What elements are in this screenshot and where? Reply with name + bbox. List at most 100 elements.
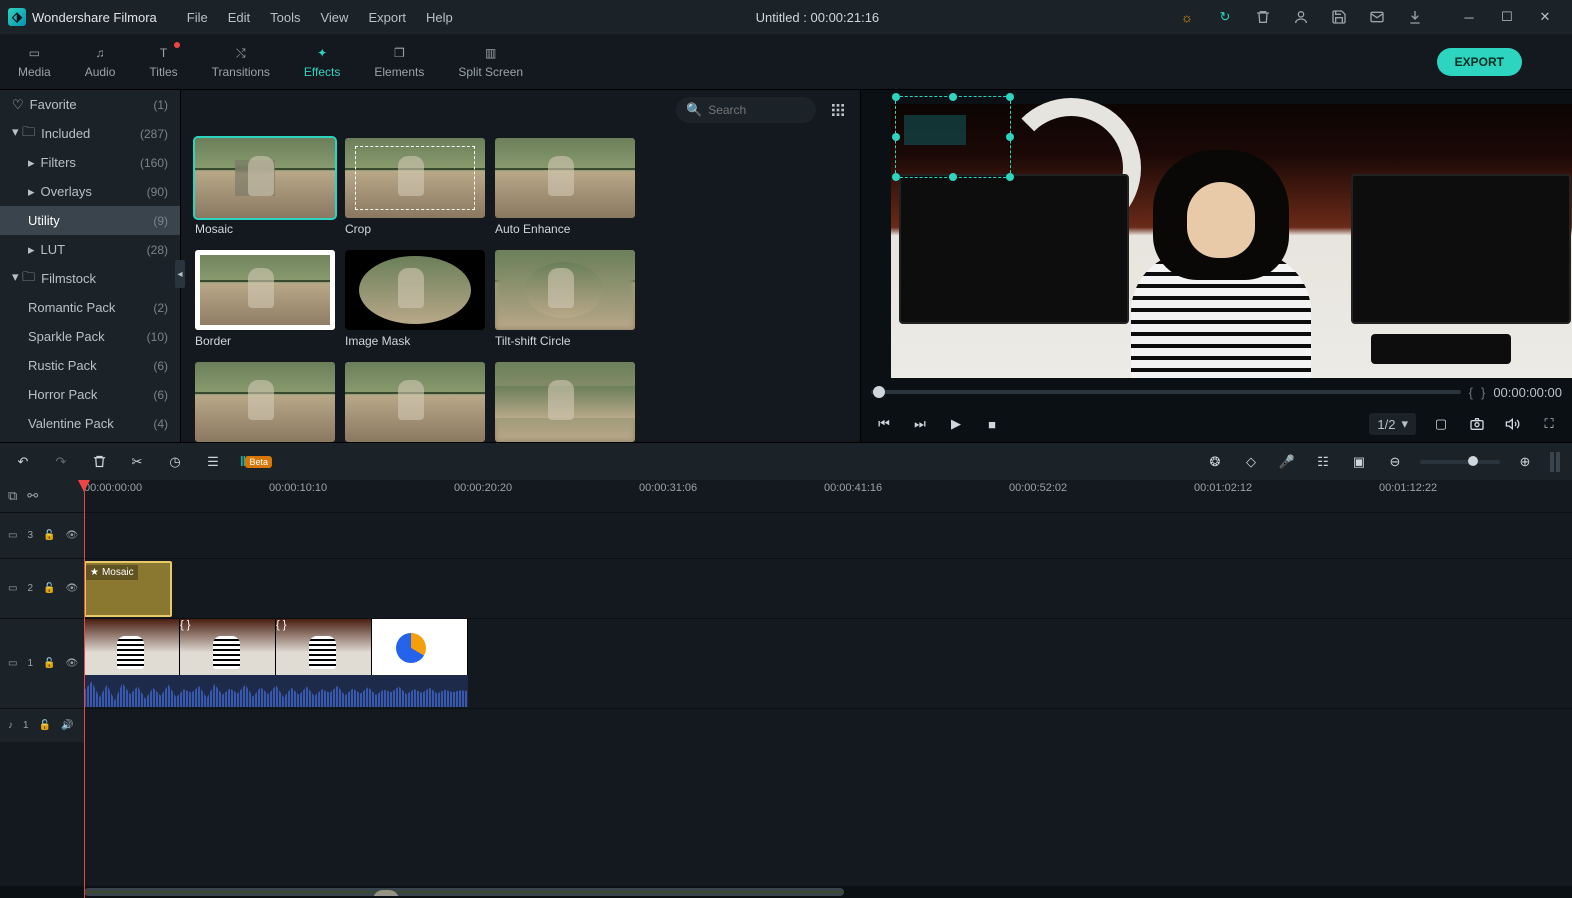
next-frame-button[interactable]: ⏭ [909, 413, 931, 435]
crop-tool-icon[interactable]: ▣ [1348, 451, 1370, 473]
track-body[interactable] [84, 709, 1572, 742]
menu-edit[interactable]: Edit [220, 6, 258, 29]
export-button[interactable]: EXPORT [1437, 48, 1522, 76]
sidebar-item-included[interactable]: ▾ 🗀Included(287) [0, 119, 180, 148]
clip-my-video1[interactable]: ▶My Video1 { }{ } [84, 619, 468, 675]
track-body[interactable] [84, 513, 1572, 558]
sidebar-item-romantic-pack[interactable]: Romantic Pack(2) [0, 293, 180, 322]
zoom-in-button[interactable]: ⊕ [1514, 451, 1536, 473]
close-button[interactable]: ✕ [1526, 3, 1564, 31]
sidebar-item-lut[interactable]: ▸LUT(28) [0, 235, 180, 264]
sidebar-item-horror-pack[interactable]: Horror Pack(6) [0, 380, 180, 409]
tab-effects[interactable]: ✦Effects [296, 40, 348, 83]
snapshot-icon[interactable] [1466, 413, 1488, 435]
download-icon[interactable] [1402, 4, 1428, 30]
save-icon[interactable] [1326, 4, 1352, 30]
preview-zoom-select[interactable]: 1/2▾ [1369, 413, 1416, 435]
maximize-button[interactable]: ☐ [1488, 3, 1526, 31]
effect-shape-mask[interactable]: Shape Mask [195, 362, 335, 442]
sidebar-item-filters[interactable]: ▸Filters(160) [0, 148, 180, 177]
mixer-icon[interactable]: ☷ [1312, 451, 1334, 473]
menu-view[interactable]: View [312, 6, 356, 29]
mark-out-icon[interactable]: } [1481, 385, 1485, 400]
mic-icon[interactable]: 🎤 [1276, 451, 1298, 473]
selection-box[interactable] [895, 96, 1011, 178]
lightbulb-icon[interactable]: ☼ [1174, 4, 1200, 30]
timeline-ruler[interactable]: 00:00:00:0000:00:10:1000:00:20:2000:00:3… [84, 480, 1572, 512]
color-wheel-icon[interactable]: ❂ [1204, 451, 1226, 473]
effect-tilt-shift-circle[interactable]: Tilt-shift Circle [495, 250, 635, 348]
playhead[interactable] [84, 480, 85, 898]
sidebar-item-rustic-pack[interactable]: Rustic Pack(6) [0, 351, 180, 380]
effect-image-mask[interactable]: Image Mask [345, 250, 485, 348]
preview-canvas[interactable] [861, 90, 1572, 378]
audio-beta-button[interactable]: ⦀⦀Beta [240, 454, 272, 470]
undo-button[interactable]: ↶ [12, 451, 34, 473]
timeline-scrollbar[interactable] [0, 886, 1572, 898]
lock-icon[interactable]: 🔓 [39, 720, 51, 731]
zoom-out-button[interactable]: ⊖ [1384, 451, 1406, 473]
render-indicator[interactable] [1550, 452, 1560, 472]
clip-mosaic-effect[interactable]: ★Mosaic [84, 561, 172, 617]
mark-in-icon[interactable]: { [1469, 385, 1473, 400]
lock-icon[interactable]: 🔓 [43, 530, 55, 541]
split-button[interactable]: ✂ [126, 451, 148, 473]
menu-file[interactable]: File [179, 6, 216, 29]
menu-export[interactable]: Export [360, 6, 414, 29]
lock-icon[interactable]: 🔓 [43, 658, 55, 669]
prev-frame-button[interactable]: ⏮ [873, 413, 895, 435]
minimize-button[interactable]: ─ [1450, 3, 1488, 31]
volume-icon[interactable] [1502, 413, 1524, 435]
adjust-button[interactable]: ☰ [202, 451, 224, 473]
tab-splitscreen[interactable]: ▥Split Screen [450, 40, 531, 83]
effect-tilt-shift-linear[interactable]: Tilt-shift Linear [495, 362, 635, 442]
effects-sidebar[interactable]: ♡Favorite(1)▾ 🗀Included(287)▸Filters(160… [0, 90, 180, 442]
tab-titles[interactable]: TTitles [141, 40, 185, 83]
link-icon[interactable]: ⚯ [27, 488, 38, 504]
track-body[interactable]: ▶My Video1 { }{ } [84, 619, 1572, 708]
marker-icon[interactable]: ◇ [1240, 451, 1262, 473]
track-body[interactable]: ★Mosaic [84, 559, 1572, 618]
menu-tools[interactable]: Tools [262, 6, 308, 29]
sidebar-item-valentine-pack[interactable]: Valentine Pack(4) [0, 409, 180, 438]
sidebar-item-utility[interactable]: Utility(9) [0, 206, 180, 235]
tab-media[interactable]: ▭Media [10, 40, 59, 83]
sidebar-item-sparkle-pack[interactable]: Sparkle Pack(10) [0, 322, 180, 351]
menu-help[interactable]: Help [418, 6, 461, 29]
stop-button[interactable]: ■ [981, 413, 1003, 435]
effect-face-off[interactable]: Face-off [345, 362, 485, 442]
grid-view-icon[interactable] [830, 102, 846, 118]
lock-icon[interactable]: 🔓 [43, 583, 55, 594]
effect-crop[interactable]: Crop [345, 138, 485, 236]
eye-icon[interactable]: 👁 [65, 658, 78, 669]
track-manager-icon[interactable]: ⧉ [8, 488, 17, 504]
sidebar-item-overlays[interactable]: ▸Overlays(90) [0, 177, 180, 206]
sidebar-item-filmstock[interactable]: ▾ 🗀Filmstock [0, 264, 180, 293]
effect-border[interactable]: Border [195, 250, 335, 348]
speaker-icon[interactable]: 🔊 [61, 720, 73, 731]
effect-auto-enhance[interactable]: Auto Enhance [495, 138, 635, 236]
eye-icon[interactable]: 👁 [65, 583, 78, 594]
fullscreen-icon[interactable]: ⛶ [1538, 413, 1560, 435]
refresh-icon[interactable]: ↻ [1212, 4, 1238, 30]
redo-button[interactable]: ↷ [50, 451, 72, 473]
eye-icon[interactable]: 👁 [65, 530, 78, 541]
search-input-wrapper[interactable]: 🔍 [676, 97, 816, 123]
clip-audio-waveform[interactable] [84, 675, 468, 707]
mail-icon[interactable] [1364, 4, 1390, 30]
tab-elements[interactable]: ❒Elements [366, 40, 432, 83]
tab-audio[interactable]: ♫Audio [77, 40, 124, 83]
sidebar-item-favorite[interactable]: ♡Favorite(1) [0, 90, 180, 119]
trash-icon[interactable] [1250, 4, 1276, 30]
zoom-slider[interactable] [1420, 460, 1500, 464]
speed-button[interactable]: ◷ [164, 451, 186, 473]
search-input[interactable] [708, 103, 798, 117]
tab-transitions[interactable]: ⤭Transitions [204, 40, 278, 83]
play-button[interactable]: ▶ [945, 413, 967, 435]
effect-mosaic[interactable]: Mosaic [195, 138, 335, 236]
preview-scrubber[interactable] [871, 390, 1461, 394]
delete-button[interactable] [88, 451, 110, 473]
display-icon[interactable]: ▢ [1430, 413, 1452, 435]
account-icon[interactable] [1288, 4, 1314, 30]
collapse-sidebar-button[interactable]: ◂ [175, 260, 185, 288]
